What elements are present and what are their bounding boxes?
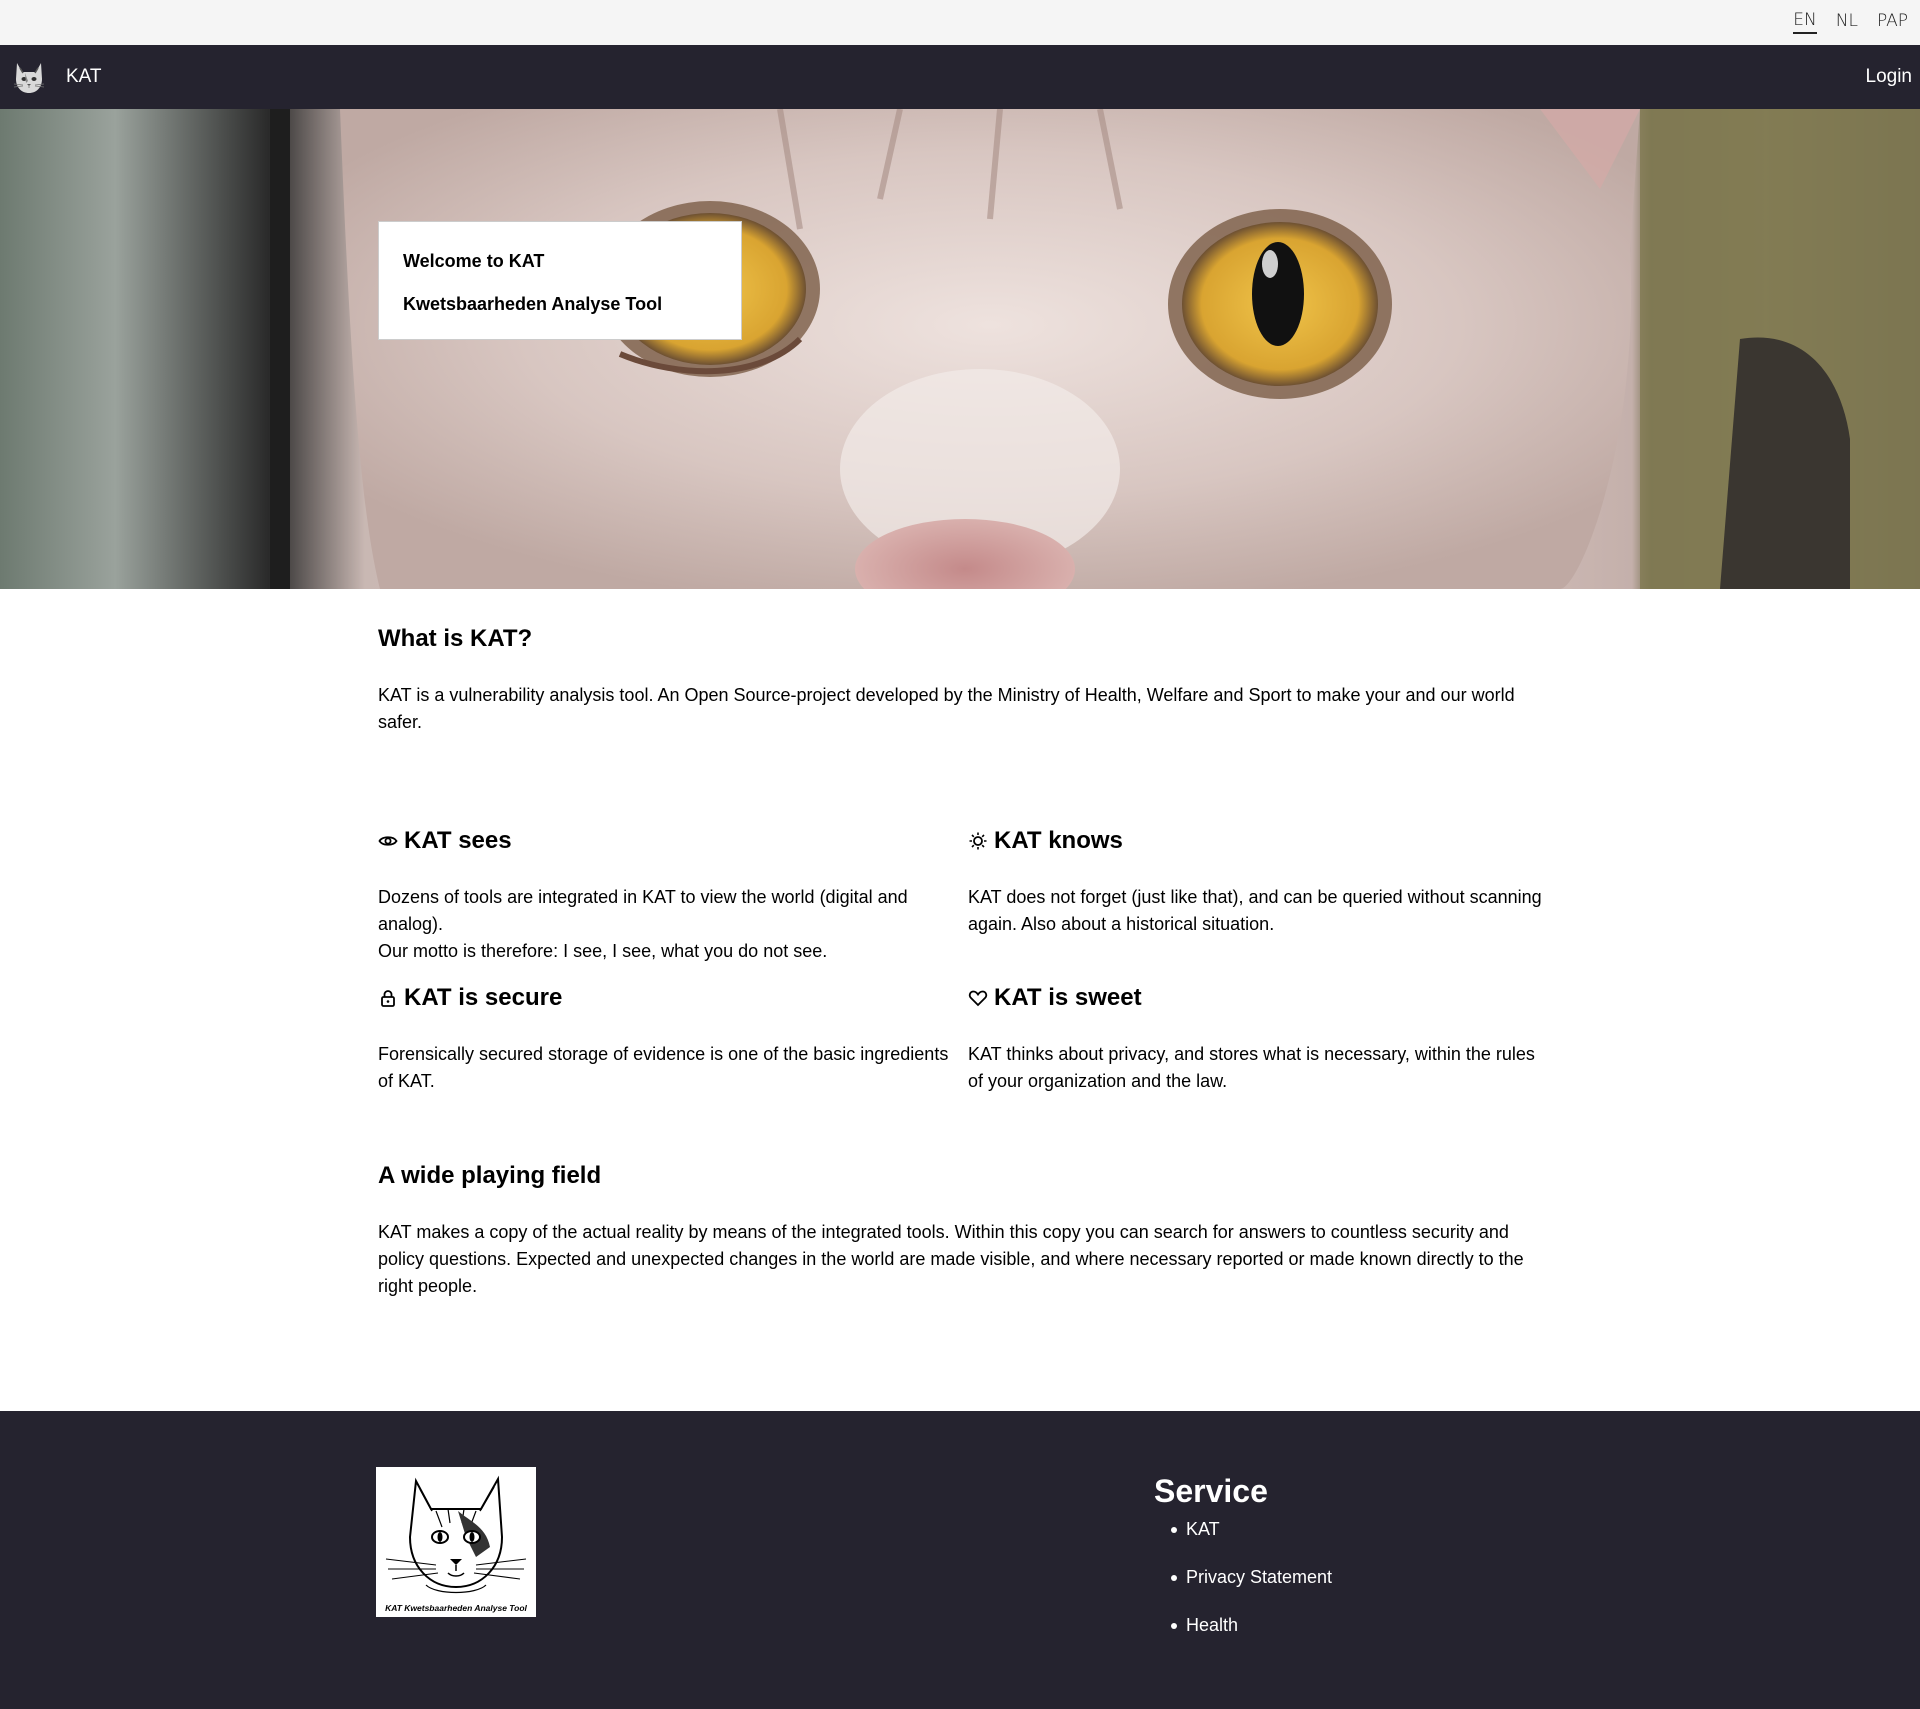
feature-text: KAT thinks about privacy, and stores wha… <box>968 1044 1535 1091</box>
footer-logo-caption: KAT Kwetsbaarheden Analyse Tool <box>385 1603 527 1613</box>
feature-sweet: KAT is sweet KAT thinks about privacy, a… <box>968 983 1548 1095</box>
cat-hero-image <box>270 109 1920 589</box>
footer-link-privacy[interactable]: Privacy Statement <box>1186 1567 1332 1587</box>
welcome-title: Welcome to KAT <box>403 251 545 271</box>
feature-text: KAT does not forget (just like that), an… <box>968 887 1542 934</box>
feature-title: KAT knows <box>994 827 1123 854</box>
playing-field-heading: A wide playing field <box>378 1162 602 1189</box>
service-links: KAT Privacy Statement Health <box>1154 1517 1332 1637</box>
feature-sees: KAT sees Dozens of tools are integrated … <box>378 826 968 983</box>
feature-title: KAT is secure <box>404 984 563 1011</box>
intro-section: What is KAT? KAT is a vulnerability anal… <box>378 624 1548 736</box>
feature-knows: KAT knows KAT does not forget (just like… <box>968 826 1548 983</box>
features-section: KAT sees Dozens of tools are integrated … <box>378 826 1548 1095</box>
lang-pap-link[interactable]: PAP <box>1866 9 1916 33</box>
feature-text: Forensically secured storage of evidence… <box>378 1044 949 1091</box>
welcome-box: Welcome to KAT Kwetsbaarheden Analyse To… <box>378 221 742 340</box>
top-navbar: KAT Login <box>0 45 1920 109</box>
footer-link-kat[interactable]: KAT <box>1186 1519 1220 1539</box>
list-item: Health <box>1154 1613 1332 1637</box>
list-item: KAT <box>1154 1517 1332 1541</box>
welcome-subtitle: Kwetsbaarheden Analyse Tool <box>403 294 663 314</box>
nav-brand-link[interactable]: KAT <box>66 66 102 88</box>
lightbulb-icon <box>968 831 988 851</box>
feature-text: Dozens of tools are integrated in KAT to… <box>378 887 908 961</box>
footer-logo: KAT Kwetsbaarheden Analyse Tool <box>376 1467 536 1617</box>
intro-text: KAT is a vulnerability analysis tool. An… <box>378 685 1515 732</box>
cat-logo-icon[interactable] <box>8 56 50 98</box>
list-item: Privacy Statement <box>1154 1565 1332 1589</box>
hero-banner: Welcome to KAT Kwetsbaarheden Analyse To… <box>0 109 1920 589</box>
lang-nl-link[interactable]: NL <box>1825 9 1866 33</box>
heart-icon <box>968 988 988 1008</box>
login-link[interactable]: Login <box>1866 66 1913 88</box>
lock-icon <box>378 988 398 1008</box>
service-section: Service KAT Privacy Statement Health <box>1154 1473 1332 1661</box>
footer-link-health[interactable]: Health <box>1186 1615 1238 1635</box>
eye-icon <box>378 831 398 851</box>
language-bar: EN NL PAP <box>0 0 1920 45</box>
cat-drawing-icon <box>385 1475 527 1594</box>
feature-title: KAT sees <box>404 827 512 854</box>
playing-field-section: A wide playing field KAT makes a copy of… <box>378 1161 1548 1300</box>
service-heading: Service <box>1154 1473 1268 1509</box>
lang-en-link[interactable]: EN <box>1793 8 1817 34</box>
playing-field-text: KAT makes a copy of the actual reality b… <box>378 1222 1524 1296</box>
intro-heading: What is KAT? <box>378 625 533 652</box>
footer: KAT Kwetsbaarheden Analyse Tool Service … <box>0 1411 1920 1709</box>
feature-title: KAT is sweet <box>994 984 1142 1011</box>
feature-secure: KAT is secure Forensically secured stora… <box>378 983 968 1095</box>
